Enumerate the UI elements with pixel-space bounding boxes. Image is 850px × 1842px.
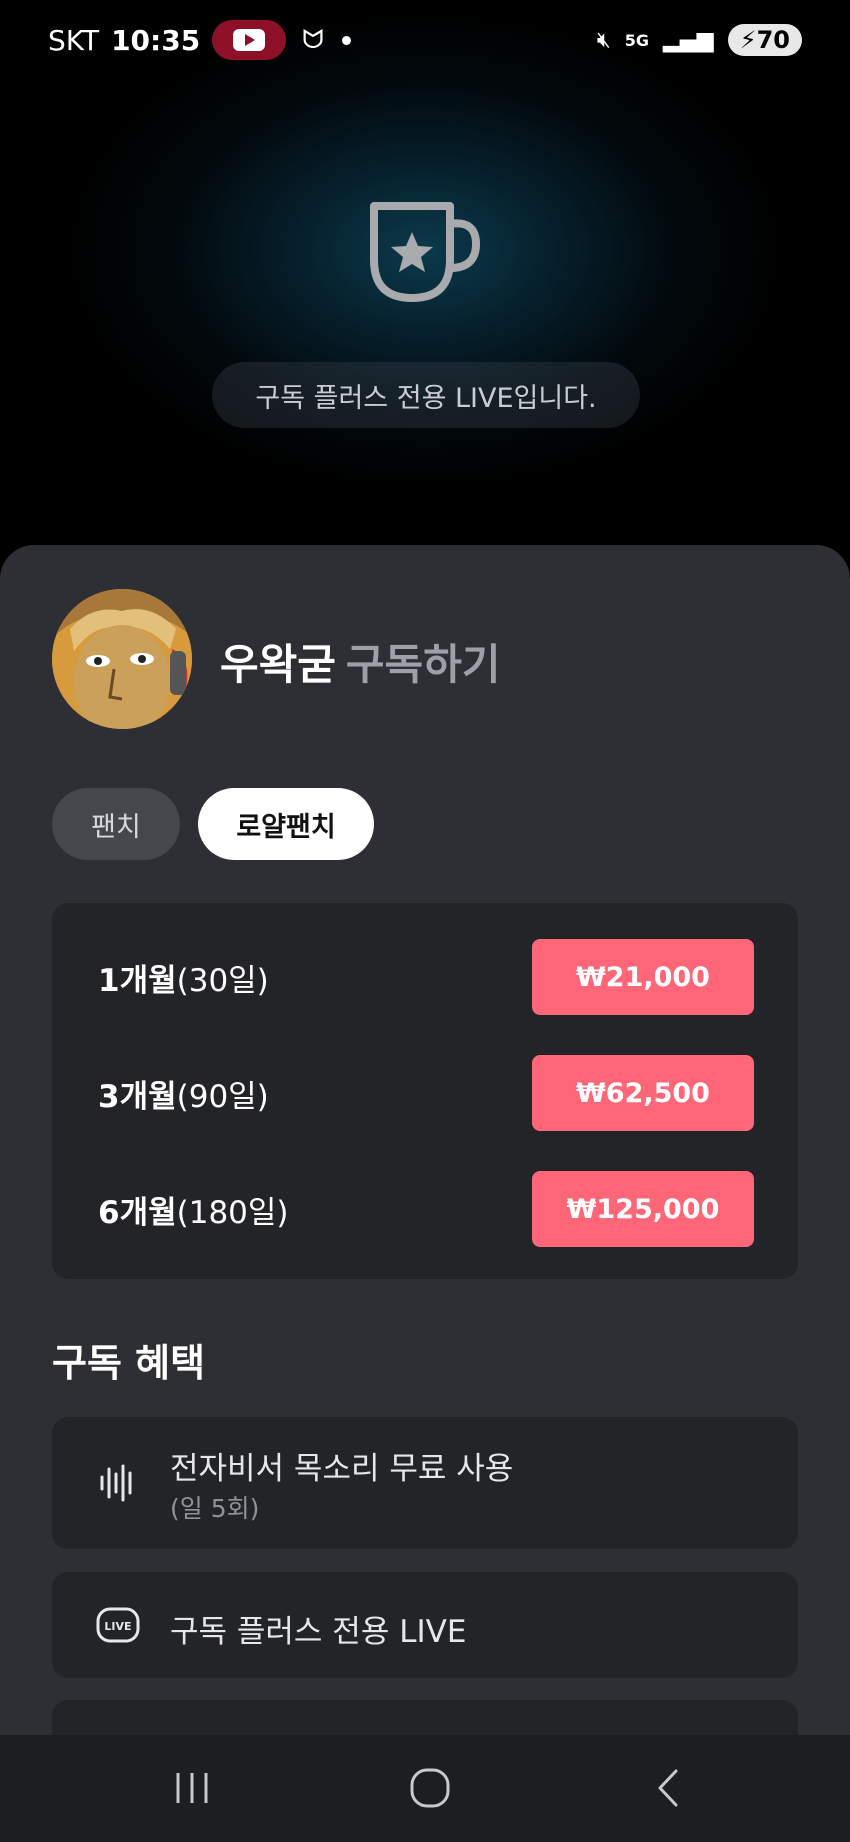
app-notification-icon: ᗢ	[302, 24, 324, 55]
voice-waveform-icon	[100, 1464, 132, 1502]
subscriber-only-notice: 구독 플러스 전용 LIVE입니다.	[212, 362, 640, 428]
status-bar: SKT 10:35 ᗢ 🔇︎ 5G ▂▄▆ ⚡ 70	[0, 0, 850, 80]
plan-list: 1개월(30일) ₩21,000 3개월(90일) ₩62,500 6개월(18…	[52, 903, 798, 1279]
mute-icon: 🔇︎	[596, 27, 611, 53]
plan-row: 3개월(90일) ₩62,500	[52, 1055, 798, 1131]
plan-months: 3개월	[98, 1078, 177, 1115]
plan-months: 1개월	[98, 962, 177, 999]
plan-label: 1개월(30일)	[98, 955, 269, 1000]
battery-level: 70	[756, 26, 790, 54]
tab-royal-fanchi[interactable]: 로얄팬치	[198, 788, 374, 860]
tab-fanchi[interactable]: 팬치	[52, 788, 180, 860]
plan-days: (30일)	[176, 962, 269, 999]
live-video-area[interactable]: 구독 플러스 전용 LIVE입니다.	[0, 0, 850, 545]
benefit-sub-label: (일 5회)	[170, 1494, 260, 1523]
price-button-3-month[interactable]: ₩62,500	[532, 1055, 754, 1131]
benefit-label: 전자비서 목소리 무료 사용	[170, 1451, 514, 1487]
benefit-label: 구독 플러스 전용 LIVE	[170, 1614, 467, 1650]
cup-star-icon	[370, 202, 481, 302]
plan-months: 6개월	[98, 1194, 177, 1231]
plan-days: (90일)	[176, 1078, 269, 1115]
network-type: 5G	[624, 30, 649, 50]
benefits-heading: 구독 혜택	[52, 1341, 206, 1385]
plan-label: 3개월(90일)	[98, 1071, 269, 1116]
plan-label: 6개월(180일)	[98, 1187, 289, 1232]
youtube-icon	[212, 20, 287, 60]
live-badge-icon: LIVE	[96, 1607, 140, 1643]
subscribe-sheet: 우왁굳 구독하기 팬치 로얄팬치 1개월(30일) ₩21,000 3개월(90일…	[0, 545, 850, 1760]
clock: 10:35	[111, 23, 201, 57]
benefit-item: LIVE 구독 플러스 전용 LIVE	[52, 1572, 798, 1678]
streamer-name: 우왁굳	[220, 640, 336, 689]
plan-row: 6개월(180일) ₩125,000	[52, 1171, 798, 1247]
benefit-item: 전자비서 목소리 무료 사용 (일 5회)	[52, 1417, 798, 1549]
subscribe-title: 우왁굳 구독하기	[220, 631, 500, 692]
more-notifications-icon	[341, 35, 351, 45]
plan-days: (180일)	[176, 1194, 289, 1231]
subscribe-action-label: 구독하기	[345, 640, 501, 689]
svg-text:LIVE: LIVE	[104, 1620, 131, 1633]
tier-tabs: 팬치 로얄팬치	[52, 788, 374, 860]
plan-row: 1개월(30일) ₩21,000	[52, 939, 798, 1015]
recent-apps-button[interactable]	[162, 1763, 222, 1813]
system-nav-bar	[0, 1735, 850, 1842]
back-button[interactable]	[638, 1763, 698, 1813]
carrier-label: SKT	[48, 23, 100, 57]
price-button-1-month[interactable]: ₩21,000	[532, 939, 754, 1015]
signal-icon: ▂▄▆	[662, 27, 714, 53]
price-button-6-month[interactable]: ₩125,000	[532, 1171, 754, 1247]
streamer-avatar	[52, 589, 192, 729]
home-button[interactable]	[400, 1763, 460, 1813]
battery-indicator: ⚡ 70	[727, 24, 802, 56]
